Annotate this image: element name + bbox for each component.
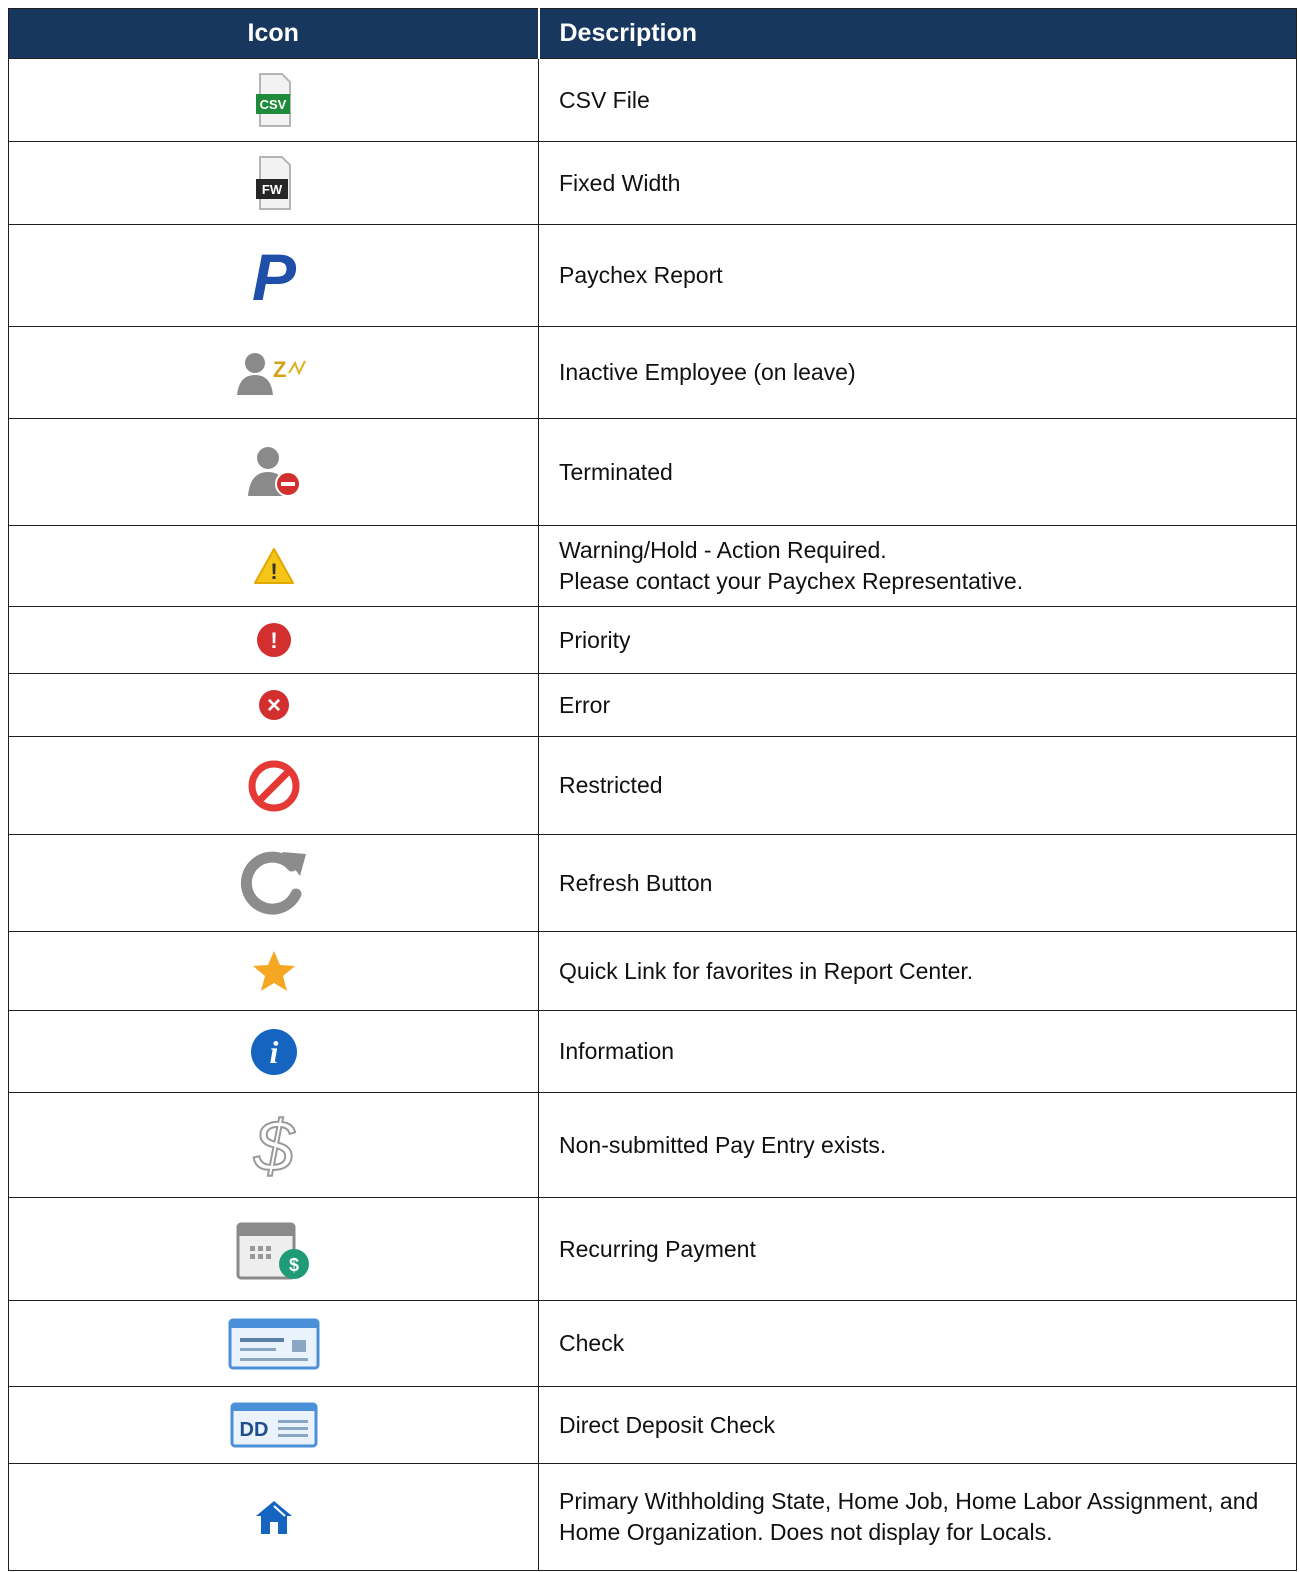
error-icon: ×	[258, 690, 289, 720]
table-row: Terminated	[8, 418, 1297, 526]
table-row: Primary Withholding State, Home Job, Hom…	[8, 1463, 1297, 1571]
recurring-payment-icon: $	[236, 1222, 309, 1280]
row-description: Information	[538, 1010, 1297, 1093]
row-description: Terminated	[538, 418, 1297, 526]
svg-text:!: !	[270, 559, 277, 584]
svg-text:CSV: CSV	[259, 97, 286, 112]
row-description: Paychex Report	[538, 224, 1297, 327]
row-description: Error	[538, 673, 1297, 737]
table-row: Check	[8, 1300, 1297, 1387]
row-description: Inactive Employee (on leave)	[538, 326, 1297, 419]
table-row: FW Fixed Width	[8, 141, 1297, 225]
table-row: × Error	[8, 673, 1297, 737]
inactive-employee-icon: Z	[236, 352, 306, 395]
dollar-sign-icon: $	[251, 1106, 296, 1185]
table-row: Quick Link for favorites in Report Cente…	[8, 931, 1297, 1011]
row-description: Refresh Button	[538, 834, 1297, 932]
star-icon	[252, 951, 295, 991]
row-description: Recurring Payment	[538, 1197, 1297, 1301]
row-description: CSV File	[538, 58, 1297, 142]
row-description: Primary Withholding State, Home Job, Hom…	[538, 1463, 1297, 1571]
description-column-header: Description	[538, 8, 1297, 59]
table-row: $ Non-submitted Pay Entry exists.	[8, 1092, 1297, 1198]
svg-text:FW: FW	[261, 182, 282, 197]
row-description-text: Primary Withholding State, Home Job, Hom…	[559, 1488, 1259, 1545]
row-description: Restricted	[538, 736, 1297, 835]
row-description: Quick Link for favorites in Report Cente…	[538, 931, 1297, 1011]
svg-text:$: $	[288, 1255, 298, 1275]
table-row: Restricted	[8, 736, 1297, 835]
table-row: ! Warning/Hold - Action Required. Please…	[8, 525, 1297, 607]
table-row: P Paychex Report	[8, 224, 1297, 327]
row-description: Non-submitted Pay Entry exists.	[538, 1092, 1297, 1198]
refresh-icon	[240, 851, 306, 915]
icon-column-header: Icon	[8, 8, 540, 59]
svg-text:!: !	[270, 628, 277, 653]
terminated-employee-icon	[247, 447, 301, 497]
row-description: Fixed Width	[538, 141, 1297, 225]
svg-text:P: P	[251, 244, 296, 308]
svg-text:DD: DD	[239, 1419, 268, 1441]
warning-triangle-icon: !	[253, 548, 294, 584]
icon-legend-table: Icon Description CSV CSV File FW Fixed W…	[8, 8, 1297, 1571]
svg-text:Z: Z	[273, 357, 286, 382]
fixed-width-file-icon: FW	[255, 156, 291, 210]
restricted-icon	[248, 760, 299, 811]
table-row: i Information	[8, 1010, 1297, 1093]
row-description: Warning/Hold - Action Required. Please c…	[538, 525, 1297, 607]
table-row: DD Direct Deposit Check	[8, 1386, 1297, 1464]
paychex-logo-icon: P	[251, 244, 296, 308]
table-row: $ Recurring Payment	[8, 1197, 1297, 1301]
information-icon: i	[250, 1028, 297, 1075]
row-description: Direct Deposit Check	[538, 1386, 1297, 1464]
svg-text:i: i	[269, 1034, 278, 1070]
table-row: Z Inactive Employee (on leave)	[8, 326, 1297, 419]
csv-file-icon: CSV	[255, 73, 291, 127]
check-icon	[228, 1318, 319, 1369]
direct-deposit-check-icon: DD	[230, 1402, 317, 1448]
table-row: CSV CSV File	[8, 58, 1297, 142]
priority-icon: !	[256, 623, 291, 657]
table-row: ! Priority	[8, 606, 1297, 674]
home-icon	[255, 1501, 292, 1534]
row-description: Check	[538, 1300, 1297, 1387]
table-header-row: Icon Description	[8, 8, 1297, 59]
row-description: Priority	[538, 606, 1297, 674]
svg-text:×: ×	[266, 692, 280, 719]
table-row: Refresh Button	[8, 834, 1297, 932]
svg-text:$: $	[252, 1107, 295, 1185]
row-description-text: Warning/Hold - Action Required. Please c…	[559, 537, 1024, 594]
